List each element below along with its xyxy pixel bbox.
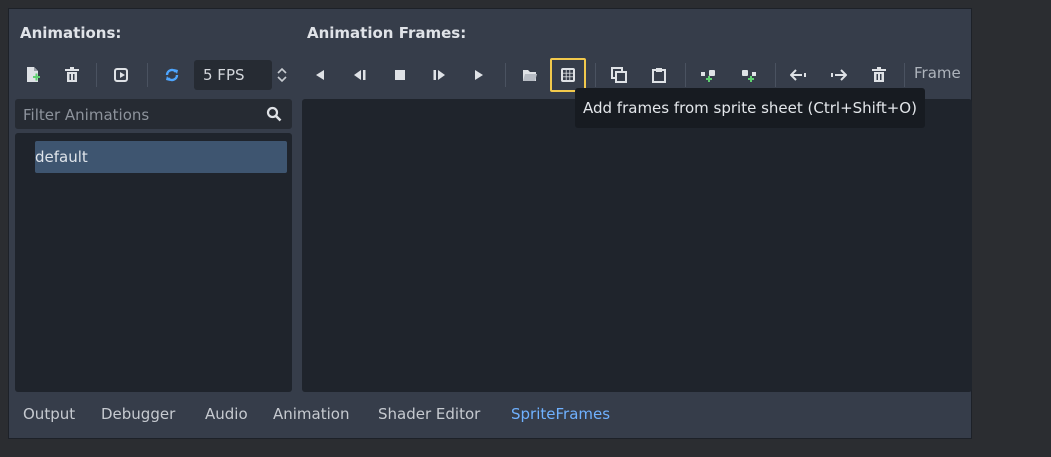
paste-icon[interactable] xyxy=(648,64,670,86)
insert-before-icon[interactable] xyxy=(698,64,720,86)
load-icon[interactable] xyxy=(519,64,541,86)
list-item[interactable]: default xyxy=(35,141,287,173)
toolbar-separator xyxy=(775,63,776,87)
filter-animations-input[interactable] xyxy=(15,99,265,131)
loop-icon[interactable] xyxy=(161,64,183,86)
tab-spriteframes[interactable]: SpriteFrames xyxy=(511,405,610,423)
toolbar-separator xyxy=(147,63,148,87)
stop-icon[interactable] xyxy=(389,64,411,86)
play-from-start-icon[interactable] xyxy=(428,64,450,86)
filter-animations-field[interactable] xyxy=(15,99,292,131)
delete-animation-icon[interactable] xyxy=(61,64,83,86)
play-backwards-from-start-icon[interactable] xyxy=(349,64,371,86)
animation-frames-label: Animation Frames: xyxy=(307,24,467,42)
tooltip: Add frames from sprite sheet (Ctrl+Shift… xyxy=(575,88,925,128)
toolbar-separator xyxy=(505,63,506,87)
tab-output[interactable]: Output xyxy=(23,405,75,423)
play-backwards-icon[interactable] xyxy=(309,64,331,86)
bottom-panel-tabs: Output Debugger Audio Animation Shader E… xyxy=(9,395,971,437)
toolbar-separator xyxy=(595,63,596,87)
tab-audio[interactable]: Audio xyxy=(205,405,248,423)
fps-stepper-icon[interactable] xyxy=(273,64,291,86)
frame-label: Frame xyxy=(914,64,961,82)
play-icon[interactable] xyxy=(468,64,490,86)
tab-animation[interactable]: Animation xyxy=(273,405,349,423)
animation-list: default xyxy=(15,133,292,392)
autoplay-icon[interactable] xyxy=(111,64,133,86)
toolbar-separator xyxy=(96,63,97,87)
toolbar-separator xyxy=(685,63,686,87)
insert-after-icon[interactable] xyxy=(738,64,760,86)
tab-debugger[interactable]: Debugger xyxy=(101,405,175,423)
move-right-icon[interactable] xyxy=(827,64,849,86)
copy-icon[interactable] xyxy=(608,64,630,86)
tab-shader-editor[interactable]: Shader Editor xyxy=(378,405,480,423)
fps-input[interactable]: 5 FPS xyxy=(194,60,272,90)
search-icon xyxy=(266,106,282,122)
animations-label: Animations: xyxy=(20,24,122,42)
toolbar-separator xyxy=(904,63,905,87)
frames-area[interactable] xyxy=(302,99,972,392)
new-animation-icon[interactable] xyxy=(22,64,44,86)
move-left-icon[interactable] xyxy=(788,64,810,86)
highlight-box xyxy=(550,58,586,92)
delete-frame-icon[interactable] xyxy=(868,64,890,86)
editor-background xyxy=(972,0,1051,457)
